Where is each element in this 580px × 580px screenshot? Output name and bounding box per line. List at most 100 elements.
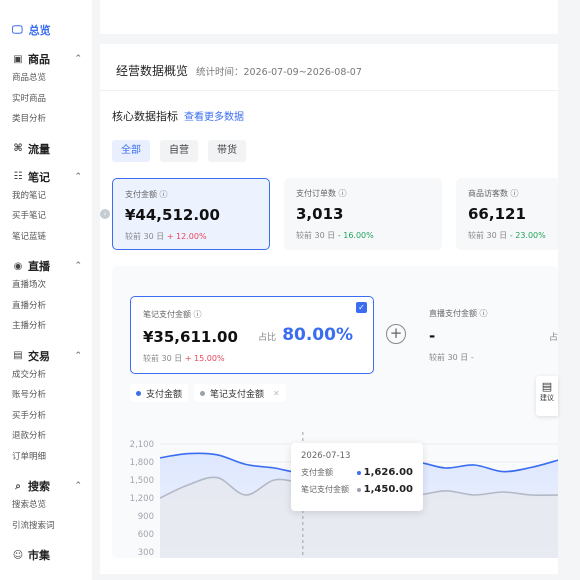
chevron-up-icon[interactable]: ⌃ (74, 172, 82, 182)
core-header: 核心数据指标 查看更多数据 (112, 108, 244, 124)
flow-icon: ⌘ (13, 143, 23, 154)
sidebar-sub-item[interactable]: 类目分析 (12, 109, 92, 130)
sidebar-group-header[interactable]: ⌘ 流量 (12, 140, 82, 158)
compare-label: 较前 30 日 (468, 231, 508, 240)
metric-change: + 12.00% (166, 232, 207, 241)
y-tick-label: 300 (138, 548, 154, 558)
more-data-link[interactable]: 查看更多数据 (184, 108, 244, 123)
sidebar-group-header[interactable]: ▣ 商品 ⌃ (12, 50, 82, 68)
metric-card-orders[interactable]: 支付订单数 ⓘ 3,013 较前 30 日 - 16.00% (284, 178, 442, 250)
tooltip-row: 支付金额 1,626.00 (301, 467, 413, 478)
metric-value: ¥44,512.00 (125, 206, 220, 224)
search-icon: ⌕ (15, 480, 21, 492)
sidebar-group-label: 流量 (28, 142, 50, 156)
sidebar-group-header[interactable]: ☷ 笔记 ⌃ (12, 168, 82, 186)
monitor-icon: 🖵︎ (12, 23, 23, 36)
overview-title: 经营数据概览 (116, 64, 189, 78)
sidebar-sub-item[interactable]: 退款分析 (12, 426, 92, 447)
metric-card-visitors[interactable]: 商品访客数 ⓘ 66,121 较前 30 日 - 23.00% (456, 178, 558, 250)
sidebar-group: ◉ 直播 ⌃ 直播场次 直播分析 主播分析 (12, 257, 92, 337)
calendar-icon: ▣ (13, 53, 23, 65)
help-icon: ⓘ (510, 189, 519, 198)
sidebar-group-header[interactable]: ◉ 直播 ⌃ (12, 257, 82, 275)
trade-icon: ▤ (13, 350, 23, 361)
chevron-up-icon[interactable]: ⌃ (74, 54, 82, 64)
channel-tabs: 全部 自营 带货 (112, 140, 246, 162)
sidebar-sub-item[interactable]: 主播分析 (12, 316, 92, 337)
sidebar-group: ⌕ 搜索 ⌃ 搜索总览 引流搜索词 (12, 477, 92, 536)
market-icon: ☺ (12, 549, 24, 561)
tab-all[interactable]: 全部 (112, 140, 150, 162)
live-icon: ◉ (13, 260, 23, 272)
chart-tooltip: 2026-07-13 支付金额 1,626.00 笔记支付金额 1,450.00 (291, 443, 423, 511)
sidebar-group: ▤ 交易 ⌃ 成交分析 账号分析 买手分析 退款分析 订单明细 (12, 347, 92, 468)
tooltip-series-name: 笔记支付金额 (301, 485, 349, 494)
metric-compare: 较前 30 日 + 12.00% (125, 231, 257, 242)
metric-label: 商品访客数 ⓘ (468, 188, 546, 199)
core-title: 核心数据指标 (112, 110, 178, 123)
metric-label-text: 商品访客数 (468, 189, 508, 198)
sidebar-group-header[interactable]: ▤ 交易 ⌃ (12, 347, 82, 365)
sidebar-sub-item[interactable]: 搜索总览 (12, 495, 92, 516)
sidebar-item-overview[interactable]: 🖵︎ 总览 (12, 20, 92, 40)
tab-self[interactable]: 自营 (160, 140, 198, 162)
overview-range: 统计时间：2026-07-09~2026-08-07 (196, 67, 362, 78)
metric-label-text: 支付订单数 (296, 189, 336, 198)
sidebar-group: ☺ 市集 (12, 546, 92, 564)
tooltip-dot (356, 487, 361, 492)
sidebar-sub-item[interactable]: 我的笔记 (12, 186, 92, 207)
main-card: 经营数据概览 统计时间：2026-07-09~2026-08-07 核心数据指标… (100, 44, 558, 574)
y-tick-label: 2,100 (130, 440, 154, 450)
metric-card-pay-amount[interactable]: 支付金额 ⓘ ¥44,512.00 较前 30 日 + 12.00% (112, 178, 270, 250)
tab-affiliate[interactable]: 带货 (208, 140, 246, 162)
y-tick-label: 1,800 (130, 458, 154, 468)
area-chart[interactable]: 03006009001,2001,5001,8002,10007-0807-12… (112, 266, 558, 558)
sidebar-group-label: 交易 (28, 349, 50, 363)
top-bar (100, 0, 558, 34)
chevron-up-icon[interactable]: ⌃ (74, 261, 82, 271)
divider (100, 90, 558, 91)
metric-compare: 较前 30 日 - 16.00% (296, 230, 430, 241)
metric-value: 66,121 (468, 205, 526, 223)
tooltip-value: 1,450.00 (356, 484, 413, 495)
sidebar-sub-item[interactable]: 直播分析 (12, 296, 92, 317)
sidebar-sub-item[interactable]: 买手分析 (12, 406, 92, 427)
tooltip-row: 笔记支付金额 1,450.00 (301, 484, 413, 495)
sidebar-sub-item[interactable]: 账号分析 (12, 385, 92, 406)
chevron-up-icon[interactable]: ⌃ (74, 481, 82, 491)
help-icon: ⓘ (338, 189, 347, 198)
sidebar-item-label: 总览 (28, 24, 51, 37)
y-tick-label: 900 (138, 512, 154, 522)
sidebar-sub-item[interactable]: 订单明细 (12, 447, 92, 468)
metric-change: - 16.00% (337, 231, 374, 240)
sidebar-group: ☷ 笔记 ⌃ 我的笔记 买手笔记 笔记蓝链 (12, 168, 92, 248)
sidebar-group-header[interactable]: ⌕ 搜索 ⌃ (12, 477, 82, 495)
sidebar-sub-item[interactable]: 直播场次 (12, 275, 92, 296)
sidebar-sub-item[interactable]: 商品总览 (12, 68, 92, 89)
compare-label: 较前 30 日 (125, 232, 165, 241)
sidebar-sub-item[interactable]: 引流搜索词 (12, 516, 92, 537)
tooltip-value-text: 1,450.00 (363, 484, 413, 495)
sidebar-sub-item[interactable]: 笔记蓝链 (12, 227, 92, 248)
sidebar-group-label: 市集 (28, 549, 50, 562)
chevron-up-icon[interactable]: ⌃ (74, 351, 82, 361)
tooltip-dot (356, 470, 361, 475)
y-tick-label: 1,500 (130, 476, 154, 486)
overview-header: 经营数据概览 统计时间：2026-07-09~2026-08-07 (116, 62, 362, 79)
compare-label: 较前 30 日 (296, 231, 336, 240)
chart-panel: ✓ 笔记支付金额 ⓘ ¥35,611.00 较前 30 日 + 15.00% 占… (112, 266, 558, 558)
sidebar-group-header[interactable]: ☺ 市集 (12, 546, 82, 564)
metric-label: 支付金额 ⓘ (125, 189, 257, 200)
scroll-left-icon[interactable]: ‹ (100, 209, 110, 219)
y-tick-label: 600 (138, 530, 154, 540)
sidebar: 🖵︎ 总览 ▣ 商品 ⌃ 商品总览 实时商品 类目分析 ⌘ 流量 ☷ 笔记 ⌃ 我的笔记 买手笔记 笔记蓝… (0, 0, 92, 580)
sidebar-sub-item[interactable]: 成交分析 (12, 365, 92, 386)
sidebar-group: ▣ 商品 ⌃ 商品总览 实时商品 类目分析 (12, 50, 92, 130)
help-icon: ⓘ (159, 190, 168, 199)
metric-label-text: 支付金额 (125, 190, 157, 199)
sidebar-sub-item[interactable]: 实时商品 (12, 89, 92, 110)
sidebar-group-label: 商品 (28, 53, 50, 66)
sidebar-sub-item[interactable]: 买手笔记 (12, 206, 92, 227)
sidebar-group-label: 直播 (28, 260, 50, 273)
sidebar-group: ⌘ 流量 (12, 140, 92, 158)
